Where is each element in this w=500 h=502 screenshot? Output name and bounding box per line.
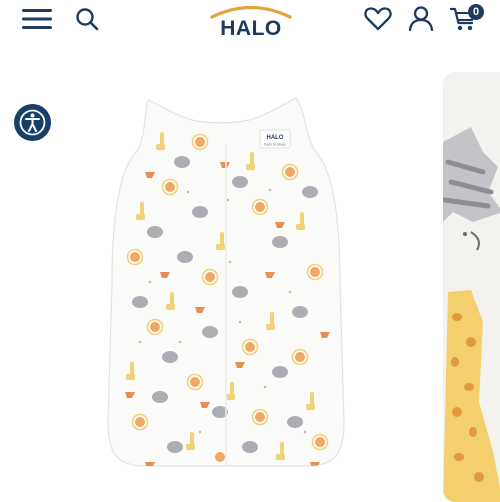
- cart-count-badge: 0: [468, 4, 484, 20]
- product-label-text: HALO: [267, 135, 284, 141]
- accessibility-icon: [19, 109, 46, 136]
- accessibility-button[interactable]: [14, 104, 51, 141]
- heart-icon[interactable]: [364, 6, 392, 32]
- top-nav-bar: HALO 0: [0, 0, 500, 42]
- halo-logo[interactable]: HALO: [206, 2, 296, 40]
- next-image-preview[interactable]: [443, 72, 500, 502]
- search-icon[interactable]: [75, 7, 99, 31]
- menu-icon[interactable]: [22, 8, 52, 30]
- product-image[interactable]: HALO back to sleep: [100, 92, 350, 477]
- account-icon[interactable]: [408, 5, 434, 32]
- logo-text: HALO: [220, 17, 282, 38]
- product-label-subtext: back to sleep: [264, 143, 285, 147]
